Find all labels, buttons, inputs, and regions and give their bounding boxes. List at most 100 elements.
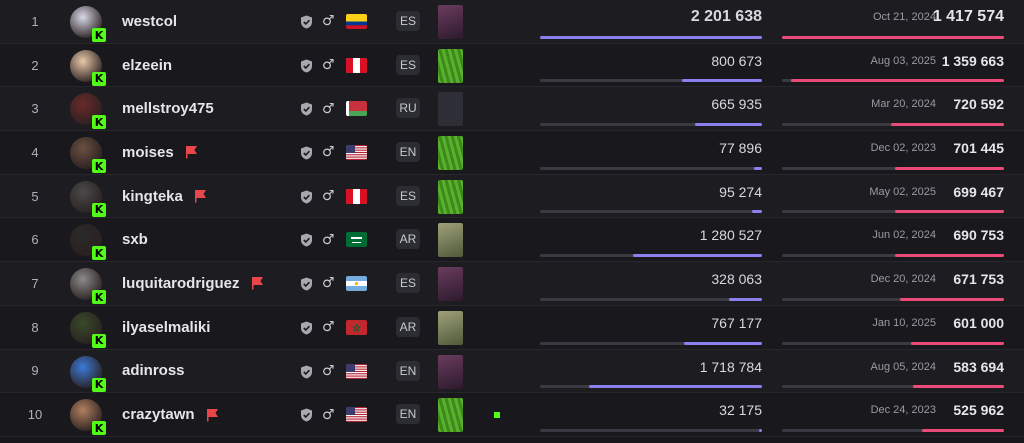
streamer-name[interactable]: luquitarodriguez — [122, 262, 266, 305]
peak-bar — [910, 341, 1004, 345]
peak-value: 1 359 663 — [941, 52, 1004, 69]
shield-check-icon — [300, 365, 313, 379]
streamer-name[interactable]: mellstroy475 — [122, 87, 214, 130]
category-thumbnail[interactable] — [438, 92, 463, 127]
followers-cell: 328 063 — [540, 262, 762, 305]
avatar[interactable]: K — [70, 224, 106, 261]
table-row[interactable]: 9 K adinross ♂ EN 1 718 784 Aug 05, 2024… — [0, 349, 1024, 394]
peak-cell: Dec 20, 2024 671 753 — [782, 262, 1004, 305]
category-thumbnail[interactable] — [438, 354, 463, 389]
flag-icon — [205, 408, 221, 422]
male-icon: ♂ — [322, 275, 335, 292]
category-thumbnail[interactable] — [438, 136, 463, 171]
avatar[interactable]: K — [70, 49, 106, 86]
kick-badge-icon: K — [92, 290, 106, 305]
flag-icon — [184, 145, 200, 159]
streamer-name[interactable]: moises — [122, 131, 200, 174]
streamer-name[interactable]: kingteka — [122, 175, 209, 218]
followers-bar-track — [540, 35, 762, 39]
kick-badge-icon: K — [92, 202, 106, 217]
followers-cell: 1 718 784 — [540, 350, 762, 393]
country-flag-icon — [346, 188, 367, 204]
category-thumbnail[interactable] — [438, 267, 463, 302]
male-icon: ♂ — [322, 13, 335, 30]
rank: 7 — [31, 275, 39, 291]
language-badge: EN — [396, 360, 420, 381]
peak-bar — [790, 79, 1004, 83]
streamer-name[interactable]: adinross — [122, 350, 185, 393]
table-row[interactable]: 10 K crazytawn ♂ EN 32 175 Dec 24, 2023 … — [0, 393, 1024, 437]
male-icon: ♂ — [322, 188, 335, 205]
table-row[interactable]: 7 K luquitarodriguez ♂ ES 328 063 Dec 20… — [0, 262, 1024, 306]
peak-bar-track — [782, 385, 1004, 389]
category-thumbnail[interactable] — [438, 179, 463, 214]
followers-bar — [728, 297, 762, 301]
followers-bar — [633, 254, 762, 258]
peak-value: 690 753 — [953, 227, 1004, 244]
table-row[interactable]: 4 K moises ♂ EN 77 896 Dec 02, 2023 701 … — [0, 131, 1024, 175]
shield-check-icon — [300, 146, 313, 160]
male-icon: ♂ — [322, 100, 335, 117]
peak-bar — [912, 385, 1004, 389]
streamer-name-label: sxb — [122, 231, 148, 249]
followers-value: 328 063 — [711, 271, 762, 288]
table-row[interactable]: 2 K elzeein ♂ ES 800 673 Aug 03, 2025 1 … — [0, 43, 1024, 88]
language-badge: AR — [396, 316, 420, 337]
streamer-name[interactable]: sxb — [122, 218, 148, 261]
rank: 2 — [31, 57, 39, 73]
country-flag-icon — [346, 319, 367, 335]
peak-value: 701 445 — [953, 140, 1004, 157]
rank: 4 — [31, 144, 39, 160]
rank: 8 — [31, 319, 39, 335]
table-row[interactable]: 6 K sxb ♂ AR 1 280 527 Jun 02, 2024 690 … — [0, 218, 1024, 263]
peak-date: May 02, 2025 — [869, 185, 936, 198]
followers-cell: 800 673 — [540, 44, 762, 87]
peak-date: Mar 20, 2024 — [871, 98, 936, 111]
table-row[interactable]: 3 K mellstroy475 ♂ RU 665 935 Mar 20, 20… — [0, 87, 1024, 132]
language-badge: ES — [396, 11, 420, 31]
kick-badge-icon: K — [92, 333, 106, 348]
flag-icon — [250, 276, 266, 290]
streamer-name[interactable]: elzeein — [122, 44, 172, 87]
category-thumbnail[interactable] — [438, 223, 463, 258]
streamer-name[interactable]: crazytawn — [122, 393, 221, 436]
peak-date: Jun 02, 2024 — [872, 229, 936, 242]
category-thumbnail[interactable] — [438, 48, 463, 83]
avatar[interactable]: K — [70, 137, 106, 174]
category-thumbnail[interactable] — [438, 5, 463, 39]
category-thumbnail[interactable] — [438, 398, 463, 433]
language-badge: ES — [396, 54, 420, 75]
peak-date: Aug 03, 2025 — [870, 54, 936, 67]
country-flag-icon — [346, 407, 367, 423]
rank: 5 — [31, 188, 39, 204]
followers-cell: 95 274 — [540, 175, 762, 218]
table-row[interactable]: 8 K ilyaselmaliki ♂ AR 767 177 Jan 10, 2… — [0, 305, 1024, 350]
peak-value: 601 000 — [953, 314, 1004, 331]
streamer-name[interactable]: westcol — [122, 0, 177, 43]
peak-value: 671 753 — [953, 271, 1004, 288]
avatar[interactable]: K — [70, 399, 106, 436]
avatar[interactable]: K — [70, 268, 106, 305]
avatar[interactable]: K — [70, 355, 106, 392]
country-flag-icon — [346, 232, 367, 248]
avatar[interactable]: K — [70, 180, 106, 217]
live-indicator-icon — [494, 412, 500, 419]
peak-date: Dec 02, 2023 — [870, 142, 936, 155]
table-row[interactable]: 5 K kingteka ♂ ES 95 274 May 02, 2025 69… — [0, 174, 1024, 219]
peak-cell: Jan 10, 2025 601 000 — [782, 306, 1004, 349]
category-thumbnail[interactable] — [438, 310, 463, 345]
avatar[interactable]: K — [70, 93, 106, 130]
country-flag-icon — [346, 363, 367, 379]
followers-bar — [695, 123, 762, 127]
male-icon: ♂ — [322, 144, 335, 161]
followers-cell: 32 175 — [540, 393, 762, 436]
rank: 1 — [31, 13, 39, 29]
language-badge: EN — [396, 404, 420, 425]
followers-bar-track — [540, 166, 762, 170]
kick-badge-icon: K — [92, 246, 106, 261]
followers-value: 1 280 527 — [699, 227, 762, 244]
table-row[interactable]: 1 K westcol ♂ ES 2 201 638 Oct 21, 2024 … — [0, 0, 1024, 44]
avatar[interactable]: K — [70, 311, 106, 348]
streamer-name[interactable]: ilyaselmaliki — [122, 306, 210, 349]
avatar[interactable]: K — [70, 6, 106, 42]
